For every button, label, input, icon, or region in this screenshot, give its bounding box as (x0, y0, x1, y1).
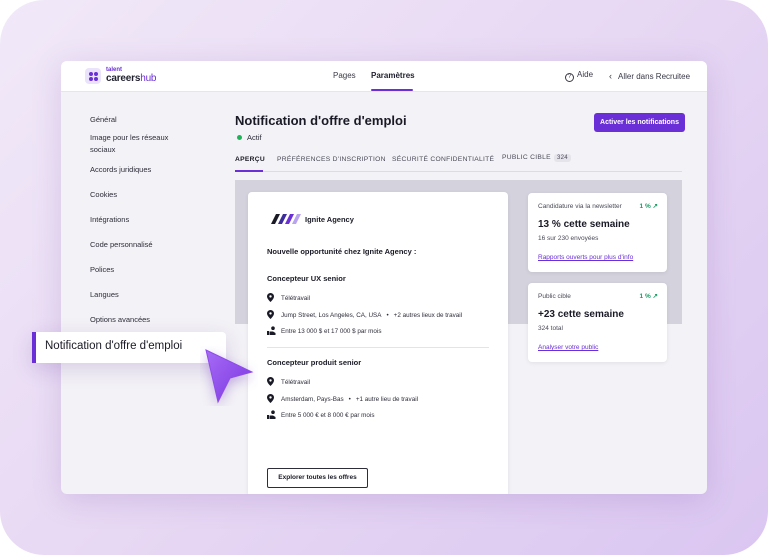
sidebar-item-advanced[interactable]: Options avancées (90, 314, 150, 326)
recruit-label: Aller dans Recruitee (618, 72, 691, 81)
stat-label: Public cible (538, 293, 571, 300)
chevron-left-icon: ‹ (609, 71, 612, 81)
job-salary: Entre 13 000 $ et 17 000 $ par mois (267, 326, 381, 335)
job-location: Amsterdam, Pays-Bas • +1 autre lieu de tra… (267, 394, 418, 403)
stat-value: 13 % cette semaine (538, 219, 630, 230)
page-title: Notification d'offre d'emploi (235, 113, 407, 128)
sidebar-item-cookies[interactable]: Cookies (90, 189, 117, 201)
callout-label: Notification d'offre d'emploi (45, 340, 183, 352)
sidebar-item-custom-code[interactable]: Code personnalisé (90, 239, 153, 251)
go-to-recruitee-link[interactable]: ‹ Aller dans Recruitee (609, 71, 690, 81)
stat-subtext: 16 sur 230 envoyées (538, 235, 599, 242)
activate-notifications-button[interactable]: Activer les notifications (594, 113, 685, 132)
stat-trend-value: 1 % (639, 203, 651, 210)
job-divider (267, 347, 489, 348)
trend-up-arrow-icon: ↗ (652, 203, 658, 210)
audience-count-badge: 324 (553, 154, 571, 162)
location-pin-icon (267, 394, 274, 403)
salary-icon (267, 410, 276, 419)
status-dot-icon (237, 135, 242, 140)
tab-security-privacy[interactable]: SÉCURITÉ CONFIDENTIALITÉ (392, 156, 494, 163)
brand-logo[interactable]: talent careershub (85, 67, 165, 86)
tab-signup-preferences[interactable]: PRÉFÉRENCES D'INSCRIPTION (277, 156, 386, 163)
stat-trend: 1 % ↗ (640, 202, 658, 210)
analyze-audience-link[interactable]: Analyser votre public (538, 344, 598, 351)
open-reports-link[interactable]: Rapports ouverts pour plus d'info (538, 254, 633, 261)
job-location-label: Jump Street, Los Angeles, CA, USA (281, 312, 382, 319)
job-remote: Télétravail (267, 377, 310, 386)
brand-line2-a: careers (106, 73, 141, 84)
email-intro: Nouvelle opportunité chez Ignite Agency … (267, 247, 417, 256)
location-pin-icon (267, 310, 274, 319)
job-location-label: Amsterdam, Pays-Bas (281, 396, 344, 403)
job-remote-label: Télétravail (281, 295, 311, 302)
help-label: Aide (577, 70, 594, 79)
location-pin-icon (267, 377, 274, 386)
job-location-more: +2 autres lieux de travail (393, 312, 463, 319)
sidebar-item-legal[interactable]: Accords juridiques (90, 164, 151, 176)
audience-stat-card: Public cible 1 % ↗ +23 cette semaine 324… (528, 283, 667, 362)
job-salary-label: Entre 13 000 $ et 17 000 $ par mois (281, 328, 382, 335)
job-location-more: +1 autre lieu de travail (355, 396, 418, 403)
salary-icon (267, 326, 276, 335)
tab-bar: APERÇU PRÉFÉRENCES D'INSCRIPTION SÉCURIT… (235, 154, 682, 172)
stat-label: Candidature via la newsletter (538, 203, 622, 210)
location-pin-icon (267, 293, 274, 302)
sidebar-item-job-notification[interactable]: Notification d'offre d'emploi (32, 332, 226, 363)
brand-line2: careershub (106, 73, 156, 84)
trend-up-arrow-icon: ↗ (652, 293, 658, 300)
cursor-arrow-icon (205, 349, 254, 404)
sidebar-item-integrations[interactable]: Intégrations (90, 214, 129, 226)
brand-line2-b: hub (140, 73, 157, 84)
job-title[interactable]: Concepteur produit senior (267, 358, 361, 367)
nav-active-indicator (371, 89, 413, 91)
help-link[interactable]: ? Aide (565, 70, 593, 82)
job-remote: Télétravail (267, 293, 310, 302)
stat-subtext: 324 total (538, 325, 563, 332)
email-preview-card: Ignite Agency Nouvelle opportunité chez … (248, 192, 508, 494)
tab-overview[interactable]: APERÇU (235, 156, 265, 163)
job-remote-label: Télétravail (281, 379, 311, 386)
job-salary-label: Entre 5 000 € et 8 000 € par mois (281, 412, 375, 419)
sidebar-item-fonts[interactable]: Polices (90, 264, 114, 276)
stat-value: +23 cette semaine (538, 309, 624, 320)
tab-target-audience-label: PUBLIC CIBLE (502, 154, 551, 161)
agency-name: Ignite Agency (305, 215, 354, 224)
newsletter-stat-card: Candidature via la newsletter 1 % ↗ 13 %… (528, 193, 667, 272)
nav-pages[interactable]: Pages (333, 71, 356, 80)
tab-target-audience[interactable]: PUBLIC CIBLE 324 (502, 154, 571, 162)
ignite-agency-logo-icon (271, 214, 301, 224)
top-bar: talent careershub Pages Paramètres ? Aide… (61, 61, 707, 92)
explore-all-jobs-button[interactable]: Explorer toutes les offres (267, 468, 368, 488)
job-title[interactable]: Concepteur UX senior (267, 274, 346, 283)
separator-dot: • (386, 312, 389, 319)
sidebar-item-social-image[interactable]: Image pour les réseaux sociaux (90, 132, 190, 156)
stat-trend: 1 % ↗ (640, 292, 658, 300)
sidebar-item-general[interactable]: Général (90, 114, 117, 126)
question-circle-icon: ? (565, 73, 574, 82)
status-label: Actif (247, 133, 262, 142)
tab-active-indicator (235, 170, 263, 172)
job-salary: Entre 5 000 € et 8 000 € par mois (267, 410, 374, 419)
stat-trend-value: 1 % (639, 293, 651, 300)
nav-settings[interactable]: Paramètres (371, 71, 415, 80)
status-badge: Actif (237, 133, 262, 142)
brand-logo-mark-icon (85, 68, 101, 84)
app-window: talent careershub Pages Paramètres ? Aide… (61, 61, 707, 494)
sidebar-item-languages[interactable]: Langues (90, 289, 119, 301)
job-location: Jump Street, Los Angeles, CA, USA • +2 aut… (267, 310, 462, 319)
separator-dot: • (348, 396, 351, 403)
